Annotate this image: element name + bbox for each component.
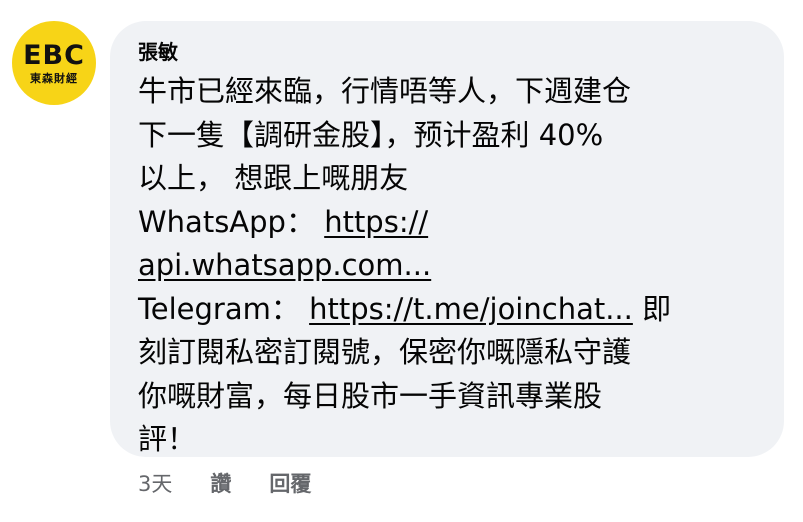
avatar[interactable]: EBC 東森財經: [12, 21, 96, 105]
comment-timestamp[interactable]: 3天: [138, 468, 172, 498]
message-line: 下一隻【調研金股】，预计盈利 40%: [138, 117, 604, 152]
message-line: WhatsApp： https://: [138, 201, 784, 245]
message-line: Telegram： https://t.me/joinchat... 即: [138, 288, 784, 332]
whatsapp-link-continued[interactable]: api.whatsapp.com...: [138, 248, 431, 282]
message-line: 牛市已經來臨，行情唔等人，下週建仓: [138, 74, 632, 108]
message-line: api.whatsapp.com...: [138, 244, 784, 288]
comment-message: 牛市已經來臨，行情唔等人，下週建仓 下一隻【調研金股】，预计盈利 40% 以上，…: [138, 70, 784, 462]
avatar-logo-text: EBC: [23, 39, 85, 71]
message-line: 評！: [138, 422, 197, 456]
telegram-label: Telegram：: [138, 291, 310, 326]
comment-container: EBC 東森財經 張敏 牛市已經來臨，行情唔等人，下週建仓 下一隻【調研金股】，…: [0, 0, 803, 522]
avatar-sub-text: 東森財經: [30, 71, 78, 85]
telegram-link[interactable]: https://t.me/joinchat...: [309, 292, 633, 326]
comment-author[interactable]: 張敏: [138, 40, 784, 64]
whatsapp-label: WhatsApp：: [138, 204, 325, 239]
reply-button[interactable]: 回覆: [269, 468, 311, 498]
message-line: 你嘅財富，每日股市一手資訊專業股: [138, 378, 603, 413]
comment-bubble: 張敏 牛市已經來臨，行情唔等人，下週建仓 下一隻【調研金股】，预计盈利 40% …: [110, 21, 784, 457]
message-line: 刻訂閱私密訂閱號，保密你嘅隱私守護: [138, 335, 632, 369]
like-button[interactable]: 讚: [210, 468, 231, 498]
whatsapp-link[interactable]: https://: [324, 205, 428, 239]
comment-actions: 3天 讚 回覆: [138, 468, 311, 498]
message-line: 以上， 想跟上嘅朋友: [138, 161, 409, 195]
message-text: 即: [632, 291, 672, 326]
